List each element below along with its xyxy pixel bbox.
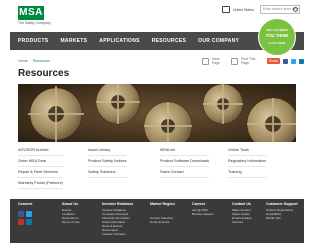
gears-illustration [18, 84, 296, 142]
footer-about: About Us Events Locations News Room Term… [62, 202, 80, 224]
search-icon[interactable] [293, 7, 298, 12]
linkedin-icon[interactable] [26, 219, 32, 225]
link-msalink[interactable]: MSALink [160, 145, 209, 156]
nav-products[interactable]: PRODUCTS [18, 38, 48, 44]
link-training[interactable]: Training [228, 167, 267, 178]
resource-links: ADVISOR Archive Order MSA Gear Repair & … [18, 145, 296, 189]
nav-applications[interactable]: APPLICATIONS [99, 38, 139, 44]
link-order-msa-gear[interactable]: Order MSA Gear [18, 156, 63, 167]
page-title: Resources [18, 68, 70, 79]
footer-connect-head: Connect [18, 202, 33, 206]
links-column-1: ADVISOR Archive Order MSA Gear Repair & … [18, 145, 63, 189]
breadcrumb: Home › Resources [18, 59, 50, 63]
footer-region[interactable]: North America [150, 220, 175, 224]
badge-line2: YOU THINK [265, 33, 289, 38]
footer-link[interactable]: Vendors [232, 220, 252, 224]
cart-icon[interactable] [222, 6, 230, 13]
nav-markets[interactable]: MARKETS [60, 38, 87, 44]
badge-line1: TELL US WHAT [265, 28, 289, 32]
footer-link[interactable]: Investor Contacts [102, 232, 133, 236]
links-column-4: Online Tools Regulatory Information Trai… [228, 145, 267, 178]
msa-logo[interactable]: MSA [18, 6, 44, 20]
badge-line3: CLICK HERE [268, 41, 286, 45]
page-tools: Save Page Print This Page Share [202, 57, 305, 65]
footer-support-head: Customer Support [266, 202, 298, 206]
footer-link[interactable]: Mobile Site [266, 216, 298, 220]
link-sales-contact[interactable]: Sales Contact [160, 167, 209, 178]
save-page-icon[interactable] [202, 57, 209, 65]
link-repair-fleet[interactable]: Repair & Fleet Services [18, 167, 63, 178]
nav-our-company[interactable]: OUR COMPANY [198, 38, 239, 44]
youtube-icon[interactable] [18, 219, 24, 225]
footer-market-head: Market Region [150, 202, 175, 206]
link-safety-solutions[interactable]: Safety Solutions [88, 167, 127, 178]
twitter-icon[interactable] [26, 211, 32, 217]
link-online-tools[interactable]: Online Tools [228, 145, 267, 156]
breadcrumb-current: Resources [32, 59, 50, 63]
footer-about-head: About Us [62, 202, 78, 206]
page: MSA The Safety Company United States Ent… [10, 0, 305, 243]
facebook-share-icon[interactable] [283, 58, 289, 64]
footer-contact: Contact Us Sales Contact Share Inquiry E… [232, 202, 252, 224]
footer-investor-head: Investor Relations [102, 202, 134, 206]
utility-bar: United States [222, 6, 254, 13]
links-column-2: Asset Library Product Safety Notices Saf… [88, 145, 127, 178]
footer-investor: Investor Relations Investor Relations Co… [102, 202, 133, 236]
link-warranty-points[interactable]: Warranty Points (Partners) [18, 178, 63, 189]
footer-spacer [150, 208, 175, 216]
footer-support: Customer Support Product Registration si… [266, 202, 298, 220]
tagline: The Safety Company [18, 21, 51, 25]
link-advisor-archive[interactable]: ADVISOR Archive [18, 145, 63, 156]
breadcrumb-home[interactable]: Home [18, 59, 28, 63]
share-button[interactable]: Share [266, 58, 281, 64]
link-asset-library[interactable]: Asset Library [88, 145, 127, 156]
footer: Connect About Us Events Locations News R… [10, 199, 304, 243]
link-product-safety-notices[interactable]: Product Safety Notices [88, 156, 127, 167]
save-page-link[interactable]: Save Page [212, 57, 228, 65]
link-software-downloads[interactable]: Product Software Downloads [160, 156, 209, 167]
facebook-icon[interactable] [18, 211, 24, 217]
link-regulatory-information[interactable]: Regulatory Information [228, 156, 267, 167]
footer-connect: Connect [18, 202, 32, 208]
footer-market: Market Region Current Selection North Am… [150, 202, 175, 224]
nav-resources[interactable]: RESOURCES [152, 38, 186, 44]
breadcrumb-separator: › [29, 59, 31, 63]
footer-careers-head: Careers [192, 202, 206, 206]
header: MSA The Safety Company United States Ent… [10, 0, 304, 30]
feedback-badge[interactable]: TELL US WHAT YOU THINK CLICK HERE [258, 18, 296, 56]
footer-link[interactable]: Browse Careers [192, 212, 214, 216]
linkedin-share-icon[interactable] [299, 58, 305, 64]
footer-contact-head: Contact Us [232, 202, 251, 206]
links-column-3: MSALink Product Software Downloads Sales… [160, 145, 209, 178]
location-selector[interactable]: United States [233, 8, 254, 12]
hero-gears-image [18, 84, 296, 142]
twitter-share-icon[interactable] [291, 58, 297, 64]
print-icon[interactable] [231, 57, 239, 65]
footer-careers: Careers Life @ MSA Browse Careers [192, 202, 214, 216]
footer-link[interactable]: Terms of Use [62, 220, 80, 224]
search-input[interactable]: Enter search term here [260, 5, 300, 14]
print-page-link[interactable]: Print This Page [241, 57, 264, 65]
